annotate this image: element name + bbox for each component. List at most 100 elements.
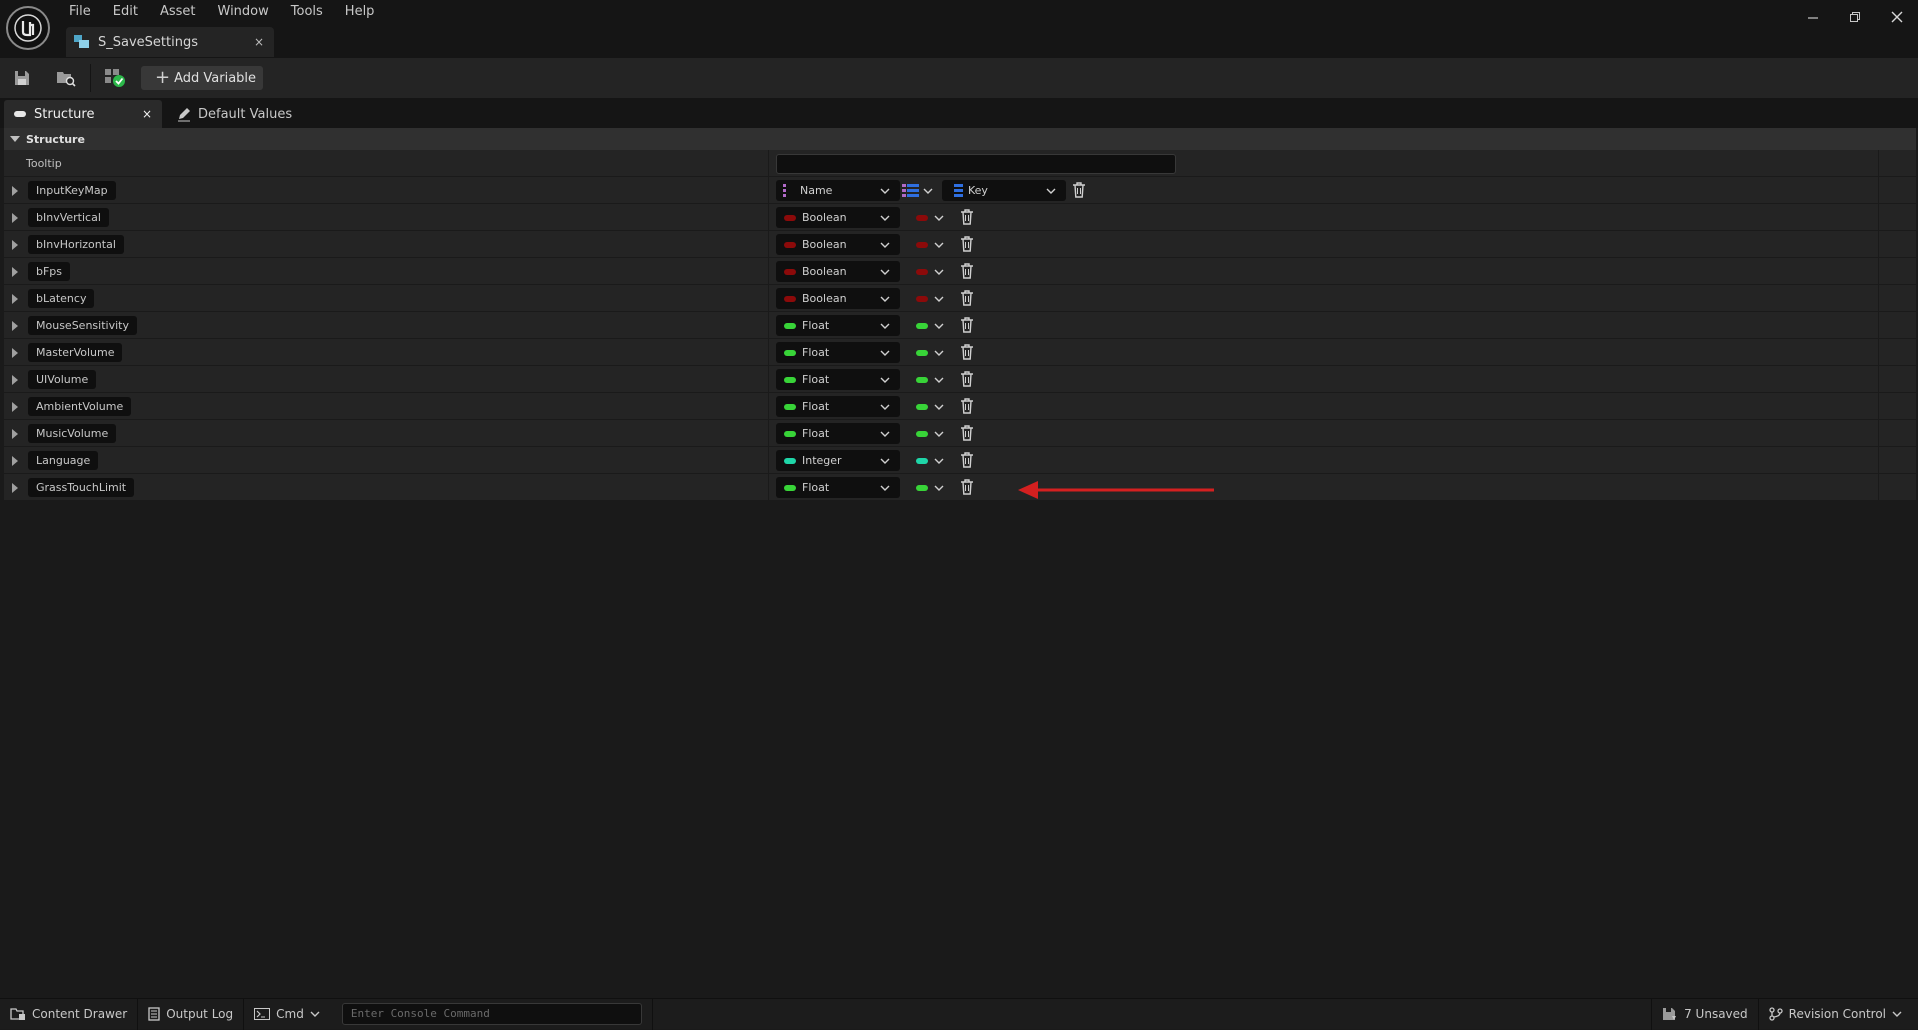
save-icon[interactable] xyxy=(0,58,44,98)
expand-arrow-icon[interactable] xyxy=(12,267,18,277)
container-type-dropdown[interactable] xyxy=(916,345,948,361)
column-separator[interactable] xyxy=(768,393,769,420)
column-separator[interactable] xyxy=(768,285,769,312)
console-command-input[interactable]: Enter Console Command xyxy=(341,1003,642,1025)
revision-control-button[interactable]: Revision Control xyxy=(1759,999,1918,1030)
column-separator[interactable] xyxy=(768,474,769,501)
member-name-field[interactable]: MouseSensitivity xyxy=(28,316,137,335)
tab-default-values[interactable]: Default Values xyxy=(162,100,292,128)
delete-trash-icon[interactable] xyxy=(960,452,974,468)
variable-type-dropdown[interactable]: Float xyxy=(776,423,900,444)
menu-tools[interactable]: Tools xyxy=(280,2,334,22)
collapse-arrow-icon[interactable] xyxy=(10,136,20,142)
variable-type-dropdown[interactable]: Boolean xyxy=(776,261,900,282)
column-separator[interactable] xyxy=(768,150,769,177)
structure-section-header[interactable]: Structure xyxy=(4,128,1916,150)
member-name-field[interactable]: GrassTouchLimit xyxy=(28,478,135,497)
member-name-field[interactable]: UIVolume xyxy=(28,370,97,389)
variable-type-dropdown[interactable]: Boolean xyxy=(776,288,900,309)
content-drawer-button[interactable]: Content Drawer xyxy=(0,999,137,1030)
delete-trash-icon[interactable] xyxy=(960,317,974,333)
column-separator[interactable] xyxy=(768,339,769,366)
container-type-dropdown[interactable] xyxy=(916,426,948,442)
menu-help[interactable]: Help xyxy=(334,2,386,22)
close-window-icon[interactable] xyxy=(1876,0,1918,34)
container-type-dropdown[interactable] xyxy=(916,372,948,388)
delete-trash-icon[interactable] xyxy=(960,236,974,252)
column-separator[interactable] xyxy=(768,204,769,231)
member-name-field[interactable]: MusicVolume xyxy=(28,424,117,443)
expand-arrow-icon[interactable] xyxy=(12,294,18,304)
delete-trash-icon[interactable] xyxy=(1072,182,1086,198)
member-name-field[interactable]: bFps xyxy=(28,262,71,281)
column-separator[interactable] xyxy=(768,420,769,447)
member-name-field[interactable]: bInvHorizontal xyxy=(28,235,124,254)
cmd-dropdown[interactable]: Cmd xyxy=(244,999,336,1030)
minimize-icon[interactable] xyxy=(1792,0,1834,34)
variable-type-dropdown[interactable]: Float xyxy=(776,396,900,417)
restore-icon[interactable] xyxy=(1834,0,1876,34)
document-tab[interactable]: S_SaveSettings × xyxy=(66,27,274,57)
container-type-dropdown[interactable] xyxy=(916,480,948,496)
container-type-dropdown[interactable] xyxy=(916,399,948,415)
expand-arrow-icon[interactable] xyxy=(12,213,18,223)
member-name-field[interactable]: AmbientVolume xyxy=(28,397,132,416)
container-type-dropdown[interactable] xyxy=(916,237,948,253)
expand-arrow-icon[interactable] xyxy=(12,321,18,331)
menu-edit[interactable]: Edit xyxy=(102,2,149,22)
expand-arrow-icon[interactable] xyxy=(12,186,18,196)
member-name-field[interactable]: InputKeyMap xyxy=(28,181,116,200)
menu-asset[interactable]: Asset xyxy=(149,2,207,22)
expand-arrow-icon[interactable] xyxy=(12,348,18,358)
output-log-button[interactable]: Output Log xyxy=(138,999,243,1030)
variable-type-dropdown[interactable]: Float xyxy=(776,315,900,336)
tooltip-input[interactable] xyxy=(776,154,1176,174)
delete-trash-icon[interactable] xyxy=(960,209,974,225)
expand-arrow-icon[interactable] xyxy=(12,402,18,412)
delete-trash-icon[interactable] xyxy=(960,425,974,441)
container-type-dropdown[interactable] xyxy=(916,318,948,334)
browse-asset-icon[interactable] xyxy=(44,58,88,98)
column-separator[interactable] xyxy=(768,258,769,285)
unreal-logo-icon[interactable] xyxy=(6,6,50,50)
delete-trash-icon[interactable] xyxy=(960,290,974,306)
variable-type-dropdown[interactable]: Boolean xyxy=(776,234,900,255)
delete-trash-icon[interactable] xyxy=(960,263,974,279)
variable-type-dropdown[interactable]: Float xyxy=(776,342,900,363)
member-name-field[interactable]: bLatency xyxy=(28,289,95,308)
member-name-field[interactable]: MasterVolume xyxy=(28,343,123,362)
container-type-dropdown[interactable] xyxy=(902,182,938,200)
diff-icon[interactable] xyxy=(93,58,137,98)
menu-file[interactable]: File xyxy=(58,2,102,22)
tab-structure-close-icon[interactable]: × xyxy=(142,107,152,121)
delete-trash-icon[interactable] xyxy=(960,479,974,495)
column-separator[interactable] xyxy=(768,177,769,204)
variable-type-dropdown[interactable]: Boolean xyxy=(776,207,900,228)
document-tab-close-icon[interactable]: × xyxy=(254,35,264,49)
expand-arrow-icon[interactable] xyxy=(12,375,18,385)
member-name-field[interactable]: Language xyxy=(28,451,99,470)
column-separator[interactable] xyxy=(768,447,769,474)
expand-arrow-icon[interactable] xyxy=(12,240,18,250)
container-type-dropdown[interactable] xyxy=(916,453,948,469)
unsaved-button[interactable]: 7 Unsaved xyxy=(1652,999,1758,1030)
column-separator[interactable] xyxy=(768,231,769,258)
variable-type-dropdown[interactable]: Integer xyxy=(776,450,900,471)
menu-window[interactable]: Window xyxy=(207,2,280,22)
expand-arrow-icon[interactable] xyxy=(12,429,18,439)
container-type-dropdown[interactable] xyxy=(916,210,948,226)
tab-structure[interactable]: Structure × xyxy=(4,100,162,128)
container-type-dropdown[interactable] xyxy=(916,264,948,280)
expand-arrow-icon[interactable] xyxy=(12,483,18,493)
delete-trash-icon[interactable] xyxy=(960,344,974,360)
value-type-dropdown[interactable]: Key xyxy=(942,180,1066,201)
column-separator[interactable] xyxy=(768,312,769,339)
add-variable-button[interactable]: + Add Variable xyxy=(141,66,263,90)
delete-trash-icon[interactable] xyxy=(960,371,974,387)
expand-arrow-icon[interactable] xyxy=(12,456,18,466)
container-type-dropdown[interactable] xyxy=(916,291,948,307)
delete-trash-icon[interactable] xyxy=(960,398,974,414)
column-separator[interactable] xyxy=(768,366,769,393)
variable-type-dropdown[interactable]: Float xyxy=(776,369,900,390)
member-name-field[interactable]: bInvVertical xyxy=(28,208,109,227)
